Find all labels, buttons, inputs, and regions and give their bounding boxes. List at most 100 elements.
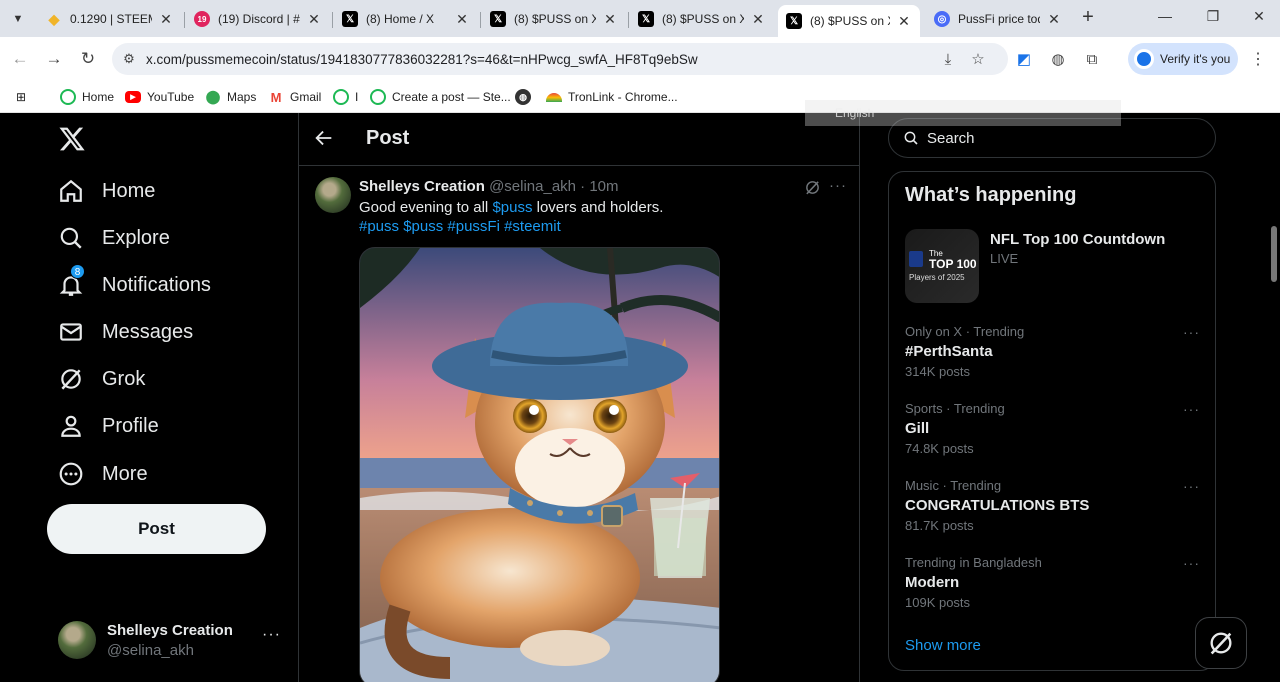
trend-count: 74.8K posts <box>905 441 974 456</box>
scrollbar-thumb[interactable] <box>1271 226 1277 282</box>
nav-grok[interactable]: Grok <box>58 366 145 392</box>
close-icon[interactable]: ✕ <box>602 11 618 28</box>
coin-icon: ◎ <box>934 11 950 27</box>
install-app-icon[interactable]: ⤓ <box>938 49 958 69</box>
trend-item[interactable]: Only on X · Trending #PerthSanta 314K po… <box>905 324 1201 384</box>
tab-search-chevron-icon[interactable]: ▼ <box>6 8 30 30</box>
extension-screenshot-icon[interactable]: ◩ <box>1014 49 1034 69</box>
right-sidebar: Search What’s happening The TOP 100 Play… <box>888 113 1216 682</box>
tweet-more-icon[interactable]: ··· <box>829 177 847 194</box>
url-text: x.com/pussmemecoin/status/19418307778360… <box>146 51 698 67</box>
tab-x-puss-active[interactable]: 𝕏 (8) $PUSS on X: ✕ <box>778 5 920 37</box>
bookmark-gmail[interactable]: M Gmail <box>268 89 322 105</box>
tab-separator <box>332 12 333 28</box>
bookmark-youtube[interactable]: ▶ YouTube <box>125 89 194 105</box>
page-scrollbar[interactable] <box>1268 113 1280 682</box>
promoted-event[interactable]: The TOP 100 Players of 2025 NFL Top 100 … <box>905 229 1201 303</box>
tab-x-puss-2[interactable]: 𝕏 (8) $PUSS on X: ✕ <box>630 5 774 33</box>
tab-steem[interactable]: ◆ 0.1290 | STEEM U ✕ <box>38 5 182 33</box>
trend-more-icon[interactable]: ··· <box>1183 555 1200 571</box>
bookmark-globe[interactable]: ◍ <box>515 89 537 105</box>
trend-name: Gill <box>905 420 930 437</box>
extensions-puzzle-icon[interactable]: ⧉ <box>1082 49 1102 69</box>
tab-pussfi-price[interactable]: ◎ PussFi price tod ✕ <box>926 5 1070 33</box>
nav-more[interactable]: More <box>58 461 148 487</box>
notification-count-badge: 8 <box>70 264 85 279</box>
bookmark-home[interactable]: Home <box>60 89 114 105</box>
whats-happening-panel: What’s happening The TOP 100 Players of … <box>888 171 1216 671</box>
apps-grid-icon[interactable]: ⊞ <box>16 89 26 105</box>
bookmark-label: Create a post — Ste... <box>392 90 511 104</box>
trend-item[interactable]: Music · Trending CONGRATULATIONS BTS 81.… <box>905 478 1201 538</box>
forward-icon[interactable]: → <box>42 47 66 71</box>
nav-home[interactable]: Home <box>58 178 155 204</box>
minimize-icon[interactable]: — <box>1150 8 1180 28</box>
language-select[interactable]: English <box>835 106 874 120</box>
close-icon[interactable]: ✕ <box>750 11 766 28</box>
nav-messages[interactable]: Messages <box>58 319 193 345</box>
close-icon[interactable]: ✕ <box>1046 11 1062 28</box>
browser-menu-icon[interactable]: ⋮ <box>1250 49 1266 69</box>
close-icon[interactable]: ✕ <box>896 13 912 30</box>
account-name: Shelleys Creation <box>107 622 233 639</box>
account-switcher[interactable]: Shelleys Creation @selina_akh ··· <box>58 618 283 662</box>
tab-x-puss-1[interactable]: 𝕏 (8) $PUSS on X: ✕ <box>482 5 626 33</box>
post-button[interactable]: Post <box>47 504 266 554</box>
nav-profile[interactable]: Profile <box>58 413 159 439</box>
site-info-tune-icon[interactable]: ⚙ <box>120 51 138 67</box>
bookmark-i[interactable]: I <box>333 89 358 105</box>
x-icon: 𝕏 <box>490 11 506 27</box>
bookmark-star-icon[interactable]: ☆ <box>968 49 988 69</box>
trend-item[interactable]: Trending in Bangladesh Modern 109K posts… <box>905 555 1201 615</box>
close-icon[interactable]: ✕ <box>158 11 174 28</box>
close-icon[interactable]: ✕ <box>306 11 322 28</box>
window-close-icon[interactable]: ✕ <box>1244 8 1274 28</box>
account-more-icon[interactable]: ··· <box>262 626 281 644</box>
post-header: Post <box>299 113 859 166</box>
profile-avatar-icon <box>1134 49 1154 69</box>
tab-discord[interactable]: 19 (19) Discord | #c ✕ <box>186 5 330 33</box>
grok-icon[interactable] <box>804 179 821 196</box>
bookmark-create-post[interactable]: Create a post — Ste... <box>370 89 511 105</box>
restore-icon[interactable]: ❐ <box>1198 8 1228 28</box>
x-logo-icon[interactable] <box>58 125 86 153</box>
promo-title: NFL Top 100 Countdown <box>990 231 1166 248</box>
gmail-icon: M <box>270 89 282 105</box>
bookmark-label: Home <box>82 90 115 104</box>
bookmark-label: TronLink - Chrome... <box>568 90 678 104</box>
reload-icon[interactable]: ↻ <box>76 47 100 71</box>
trend-name: CONGRATULATIONS BTS <box>905 497 1090 514</box>
tab-x-home[interactable]: 𝕏 (8) Home / X ✕ <box>334 5 478 33</box>
page-title: Post <box>366 127 410 149</box>
bookmark-maps[interactable]: ⬤ Maps <box>205 89 257 105</box>
show-more-link[interactable]: Show more <box>905 637 981 654</box>
new-tab-plus-icon[interactable]: + <box>1078 7 1098 28</box>
tab-title: (8) $PUSS on X: <box>810 14 890 28</box>
tweet-text-part: lovers and holders. <box>532 199 664 216</box>
tweet-author-name[interactable]: Shelleys Creation <box>359 178 485 195</box>
trend-more-icon[interactable]: ··· <box>1183 401 1200 417</box>
translate-overlay-toolbar[interactable]: English <box>805 100 1121 126</box>
hashtag-links[interactable]: #puss $puss #pussFi #steemit <box>359 218 561 235</box>
verify-profile-chip[interactable]: Verify it's you <box>1128 43 1238 75</box>
tab-title: PussFi price tod <box>958 12 1040 26</box>
nav-label: Explore <box>102 226 170 249</box>
back-arrow-icon[interactable] <box>313 127 335 149</box>
close-icon[interactable]: ✕ <box>454 11 470 28</box>
back-icon[interactable]: ← <box>8 47 32 71</box>
nav-notifications[interactable]: 8 Notifications <box>58 264 211 298</box>
tweet-header: Shelleys Creation @selina_akh · 10m <box>359 178 619 195</box>
trend-item[interactable]: Sports · Trending Gill 74.8K posts ··· <box>905 401 1201 461</box>
maps-pin-icon: ⬤ <box>205 89 221 104</box>
trend-more-icon[interactable]: ··· <box>1183 324 1200 340</box>
nav-explore[interactable]: Explore <box>58 225 170 251</box>
address-bar[interactable]: ⚙ x.com/pussmemecoin/status/194183077783… <box>112 43 1008 75</box>
cashtag-link[interactable]: $puss <box>492 199 532 216</box>
trend-more-icon[interactable]: ··· <box>1183 478 1200 494</box>
bookmark-tronlink[interactable]: TronLink - Chrome... <box>546 89 678 105</box>
tweet-author-avatar[interactable] <box>315 177 351 213</box>
grok-floating-button[interactable] <box>1195 617 1247 669</box>
nfl-top100-thumbnail: The TOP 100 Players of 2025 <box>905 229 979 303</box>
extension-globe-icon[interactable]: ◍ <box>1048 49 1068 69</box>
tweet-image[interactable] <box>359 247 720 682</box>
